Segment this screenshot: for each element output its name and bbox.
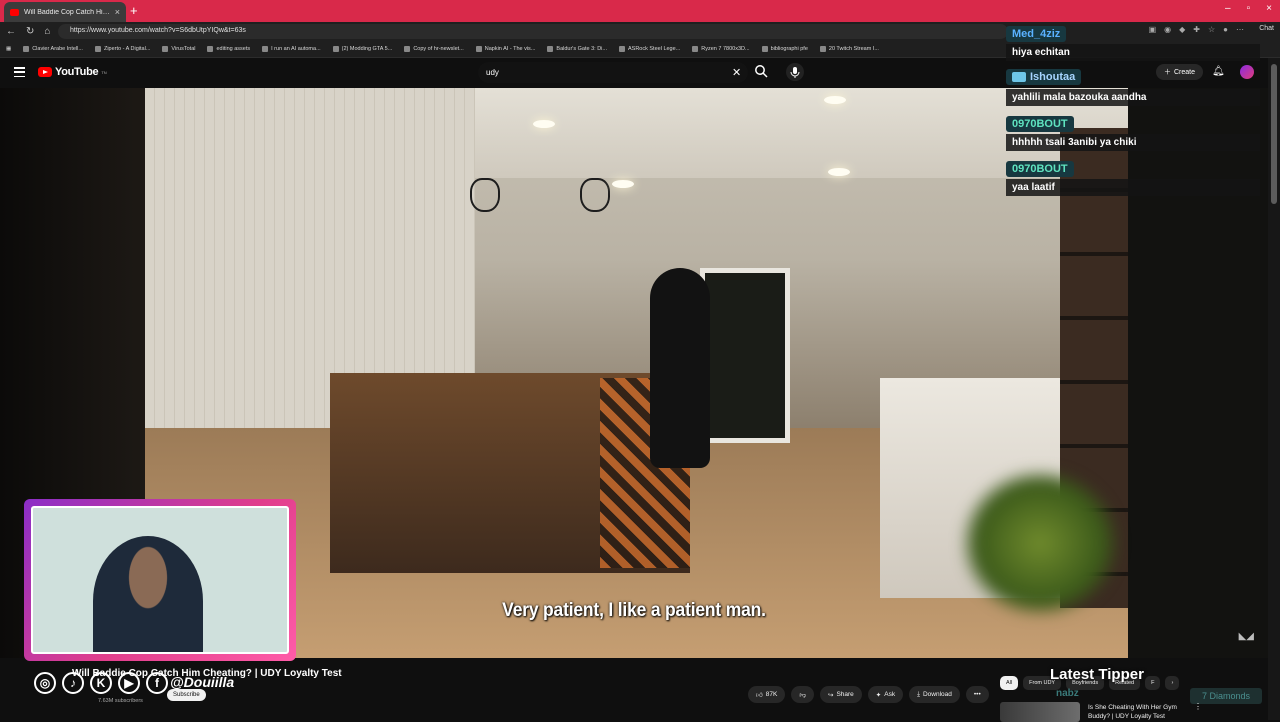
bookmark[interactable]: Ryzen 7 7800x3D... (692, 46, 750, 52)
bookmark[interactable]: Ziperto - A Digital... (94, 46, 150, 52)
subscribe-button[interactable]: Subscribe (167, 689, 206, 701)
page-scrollbar[interactable] (1268, 58, 1280, 720)
back-icon[interactable]: ← (6, 26, 16, 37)
recommended-video-title[interactable]: Is She Cheating With Her Gym Buddy? | UD… (1088, 703, 1188, 721)
pendant-lamp (580, 178, 610, 212)
youtube-play-icon (38, 67, 52, 77)
ask-button[interactable]: ✦ Ask (867, 686, 904, 703)
chat-message: Ishoutaa yahlili mala bazouka aandha (1006, 69, 1260, 106)
clear-search-icon[interactable]: ✕ (732, 66, 741, 79)
bookmark[interactable]: editing assets (207, 46, 250, 52)
thumbs-up-icon: 👍︎ (756, 691, 763, 699)
ceiling-light (828, 168, 850, 176)
microphone-icon[interactable] (786, 63, 804, 81)
chat-text: hiya echitan (1006, 44, 1260, 61)
search-icon[interactable] (754, 64, 768, 78)
ceiling-light (824, 96, 846, 104)
share-icon: ↪ (827, 691, 834, 699)
address-bar[interactable]: https://www.youtube.com/watch?v=S6dbUtpY… (58, 24, 1008, 39)
youtube-logo[interactable]: YouTube TN (38, 66, 107, 78)
chat-message: 0970BOUT hhhhh tsali 3anibi ya chiki (1006, 114, 1260, 151)
video-door (700, 268, 790, 443)
bookmark[interactable]: Clavier Arabe Intell... (23, 46, 83, 52)
chat-username: 0970BOUT (1006, 116, 1074, 132)
chip-partial[interactable]: F (1145, 676, 1161, 690)
browser-tab-strip: Will Baddie Cop Catch Him Ch × + – ▫ × (0, 0, 1280, 22)
youtube-wordmark: YouTube (55, 66, 99, 78)
hamburger-menu-icon[interactable] (14, 67, 25, 77)
chat-text: hhhhh tsali 3anibi ya chiki (1006, 134, 1260, 151)
channel-watermark-icon: ◣◢ (1238, 631, 1254, 642)
scrollbar-thumb[interactable] (1271, 64, 1277, 204)
tab-close-icon[interactable]: × (115, 7, 120, 17)
youtube-favicon-icon (10, 8, 19, 16)
streamer (93, 536, 203, 652)
video-plant (960, 468, 1120, 618)
video-actions: 👍︎ 87K 👎︎ ↪ Share ✦ Ask ⤓ Download ••• (748, 686, 989, 703)
recommended-video-thumbnail[interactable] (1000, 702, 1080, 722)
browser-tab[interactable]: Will Baddie Cop Catch Him Ch × (4, 2, 126, 22)
search-input[interactable] (486, 65, 716, 80)
video-info-bar: ◎ ♪ K ▶ f Will Baddie Cop Catch Him Chea… (0, 662, 1268, 722)
ceiling-light (612, 180, 634, 188)
webcam-feed (31, 506, 289, 654)
bookmark[interactable]: Napkin AI - The vis... (475, 46, 535, 52)
streamer-webcam-frame (24, 499, 296, 661)
latest-tipper-heading: Latest Tipper (1050, 666, 1144, 683)
reload-icon[interactable]: ↻ (26, 26, 34, 37)
latest-tipper-name: nabz (1056, 688, 1079, 699)
like-count: 87K (765, 691, 778, 698)
pendant-lamp (470, 178, 500, 212)
bookmark[interactable]: I run an AI automa... (262, 46, 321, 52)
browser-chat-button[interactable]: Chat (1259, 25, 1274, 32)
chat-text: yahlili mala bazouka aandha (1006, 89, 1260, 106)
chat-text: yaa laatif (1006, 179, 1260, 196)
sparkle-icon: ✦ (875, 691, 882, 699)
chat-message: 0970BOUT yaa laatif (1006, 159, 1260, 196)
bookmark[interactable]: ASRock Steel Lege... (618, 46, 680, 52)
search-box (478, 62, 748, 83)
apps-icon[interactable]: ▦ (6, 46, 11, 52)
chip-all[interactable]: All (1000, 676, 1019, 690)
download-icon: ⤓ (917, 690, 920, 698)
streamer-handle: @Douiilla (170, 674, 235, 690)
chat-user-block: Ishoutaa (1006, 69, 1082, 85)
bookmark[interactable]: VirusTotal (162, 46, 195, 52)
stream-chat-overlay: Med_4ziz hiya echitan Ishoutaa yahlili m… (1006, 24, 1260, 204)
chat-badge-icon (1012, 72, 1026, 82)
maximize-button[interactable]: ▫ (1247, 3, 1251, 14)
share-button[interactable]: ↪ Share (819, 686, 862, 703)
tab-title: Will Baddie Cop Catch Him Ch (24, 8, 110, 16)
video-person (650, 268, 710, 468)
ask-label: Ask (884, 691, 896, 698)
bookmark[interactable]: Baldur's Gate 3: Di... (547, 46, 607, 52)
minimize-button[interactable]: – (1225, 3, 1231, 14)
subscriber-count: 7.63M subscribers (98, 698, 143, 704)
chips-next-chevron-icon[interactable]: › (1165, 676, 1180, 690)
new-tab-button[interactable]: + (130, 3, 138, 18)
download-button[interactable]: ⤓ Download (909, 686, 960, 703)
chat-username: Med_4ziz (1006, 26, 1067, 42)
bookmark[interactable]: (2) Modding GTA 5... (332, 46, 392, 52)
bookmark[interactable]: Copy of hr-newslet... (404, 46, 464, 52)
close-window-button[interactable]: × (1266, 3, 1272, 14)
chat-username: 0970BOUT (1006, 161, 1074, 177)
ceiling-light (533, 120, 555, 128)
bookmark[interactable]: bibliographi pfe (761, 46, 808, 52)
thumbs-down-icon: 👎︎ (799, 691, 806, 699)
country-code: TN (101, 69, 107, 75)
download-label: Download (922, 691, 952, 698)
recommended-more-icon[interactable]: ⋮ (1194, 702, 1202, 711)
chat-message: Med_4ziz hiya echitan (1006, 24, 1260, 61)
more-actions-button[interactable]: ••• (965, 686, 989, 703)
share-label: Share (836, 691, 854, 698)
chat-username: Ishoutaa (1030, 71, 1076, 83)
home-icon[interactable]: ⌂ (44, 26, 50, 37)
dislike-button[interactable]: 👎︎ (791, 686, 814, 703)
instagram-icon: ◎ (34, 672, 56, 694)
window-controls: – ▫ × (1225, 3, 1272, 14)
bookmark[interactable]: 20 Twitch Stream I... (819, 46, 879, 52)
like-button[interactable]: 👍︎ 87K (748, 686, 786, 703)
